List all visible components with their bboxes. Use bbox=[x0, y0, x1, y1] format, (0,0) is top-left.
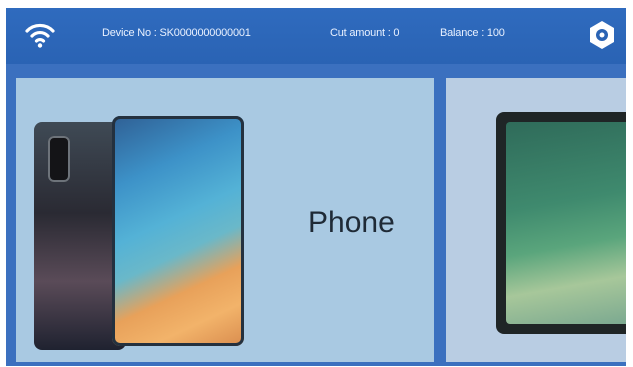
cut-amount: Cut amount : 0 bbox=[330, 27, 400, 39]
balance: Balance : 100 bbox=[440, 27, 505, 39]
tablet-image bbox=[496, 112, 626, 334]
app-window: Device No : SK0000000000001 Cut amount :… bbox=[6, 8, 626, 366]
phone-card[interactable]: Phone bbox=[16, 78, 434, 362]
device-number: Device No : SK0000000000001 bbox=[102, 27, 251, 39]
device-type-selector: Phone bbox=[6, 64, 626, 366]
status-bar: Device No : SK0000000000001 Cut amount :… bbox=[6, 8, 626, 64]
settings-icon[interactable] bbox=[586, 19, 618, 51]
phone-card-label: Phone bbox=[308, 206, 395, 239]
tablet-card[interactable] bbox=[446, 78, 626, 362]
wifi-icon bbox=[25, 23, 55, 48]
phone-image bbox=[34, 116, 246, 352]
